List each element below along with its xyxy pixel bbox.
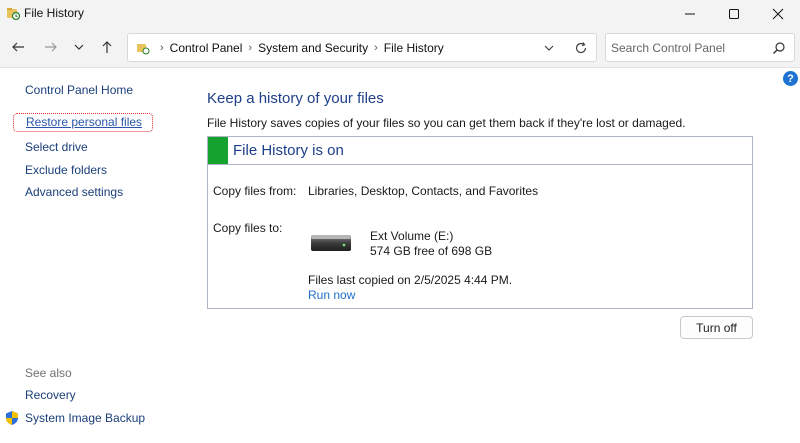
search-box[interactable] bbox=[605, 33, 795, 62]
run-now-link[interactable]: Run now bbox=[308, 288, 355, 302]
minimize-icon bbox=[685, 13, 695, 15]
nav-advanced-settings[interactable]: Advanced settings bbox=[25, 185, 123, 199]
breadcrumb-file-history[interactable]: File History bbox=[384, 41, 444, 55]
maximize-button[interactable] bbox=[712, 0, 756, 28]
forward-button[interactable] bbox=[42, 38, 60, 56]
file-history-icon bbox=[7, 8, 20, 20]
address-toolbar: › Control Panel › System and Security › … bbox=[0, 28, 800, 68]
copy-from-value: Libraries, Desktop, Contacts, and Favori… bbox=[308, 184, 539, 198]
copy-to-label: Copy files to: bbox=[213, 221, 283, 235]
recent-dropdown-icon bbox=[74, 44, 84, 50]
up-arrow-icon bbox=[102, 41, 112, 53]
status-panel: File History is on Copy files from: Libr… bbox=[207, 136, 753, 309]
maximize-icon bbox=[729, 9, 739, 19]
recent-locations-button[interactable] bbox=[70, 38, 88, 56]
chevron-down-icon[interactable] bbox=[542, 41, 556, 55]
breadcrumb-separator: › bbox=[160, 42, 164, 54]
drive-name: Ext Volume (E:) bbox=[370, 229, 454, 243]
nav-select-drive[interactable]: Select drive bbox=[25, 140, 88, 154]
forward-arrow-icon bbox=[45, 42, 57, 52]
close-icon bbox=[772, 8, 784, 20]
search-icon[interactable] bbox=[772, 41, 786, 55]
last-copied-text: Files last copied on 2/5/2025 4:44 PM. bbox=[308, 273, 513, 287]
nav-system-image-backup[interactable]: System Image Backup bbox=[25, 411, 145, 425]
location-icon bbox=[137, 44, 150, 55]
drive-free-space: 574 GB free of 698 GB bbox=[370, 244, 493, 258]
refresh-icon[interactable] bbox=[574, 41, 588, 55]
back-button[interactable] bbox=[9, 38, 27, 56]
window-title: File History bbox=[24, 6, 85, 20]
status-indicator bbox=[208, 137, 228, 164]
help-icon[interactable]: ? bbox=[783, 71, 798, 86]
breadcrumb-system-security[interactable]: System and Security bbox=[258, 41, 368, 55]
copy-from-label: Copy files from: bbox=[213, 184, 297, 198]
up-button[interactable] bbox=[98, 38, 116, 56]
left-navigation: Control Panel Home Restore personal file… bbox=[0, 68, 190, 443]
minimize-button[interactable] bbox=[668, 0, 712, 28]
breadcrumb-separator: › bbox=[374, 42, 378, 54]
nav-restore-personal-files[interactable]: Restore personal files bbox=[13, 113, 154, 132]
page-description: File History saves copies of your files … bbox=[207, 116, 686, 130]
status-text: File History is on bbox=[233, 142, 344, 159]
address-bar[interactable]: › Control Panel › System and Security › … bbox=[127, 33, 597, 62]
nav-recovery[interactable]: Recovery bbox=[25, 388, 76, 402]
shield-icon bbox=[6, 411, 18, 425]
search-input[interactable] bbox=[611, 39, 761, 57]
turn-off-button[interactable]: Turn off bbox=[680, 316, 753, 339]
back-arrow-icon bbox=[12, 42, 24, 52]
page-title: Keep a history of your files bbox=[207, 90, 384, 107]
nav-control-panel-home[interactable]: Control Panel Home bbox=[25, 83, 133, 97]
close-button[interactable] bbox=[756, 0, 800, 28]
breadcrumb-control-panel[interactable]: Control Panel bbox=[170, 41, 243, 55]
breadcrumb: › Control Panel › System and Security › … bbox=[154, 41, 444, 55]
drive-icon bbox=[311, 235, 351, 251]
breadcrumb-separator: › bbox=[248, 42, 253, 54]
see-also-heading: See also bbox=[25, 366, 72, 380]
nav-exclude-folders[interactable]: Exclude folders bbox=[25, 163, 107, 177]
status-header: File History is on bbox=[208, 137, 752, 165]
title-bar: File History bbox=[0, 0, 800, 28]
